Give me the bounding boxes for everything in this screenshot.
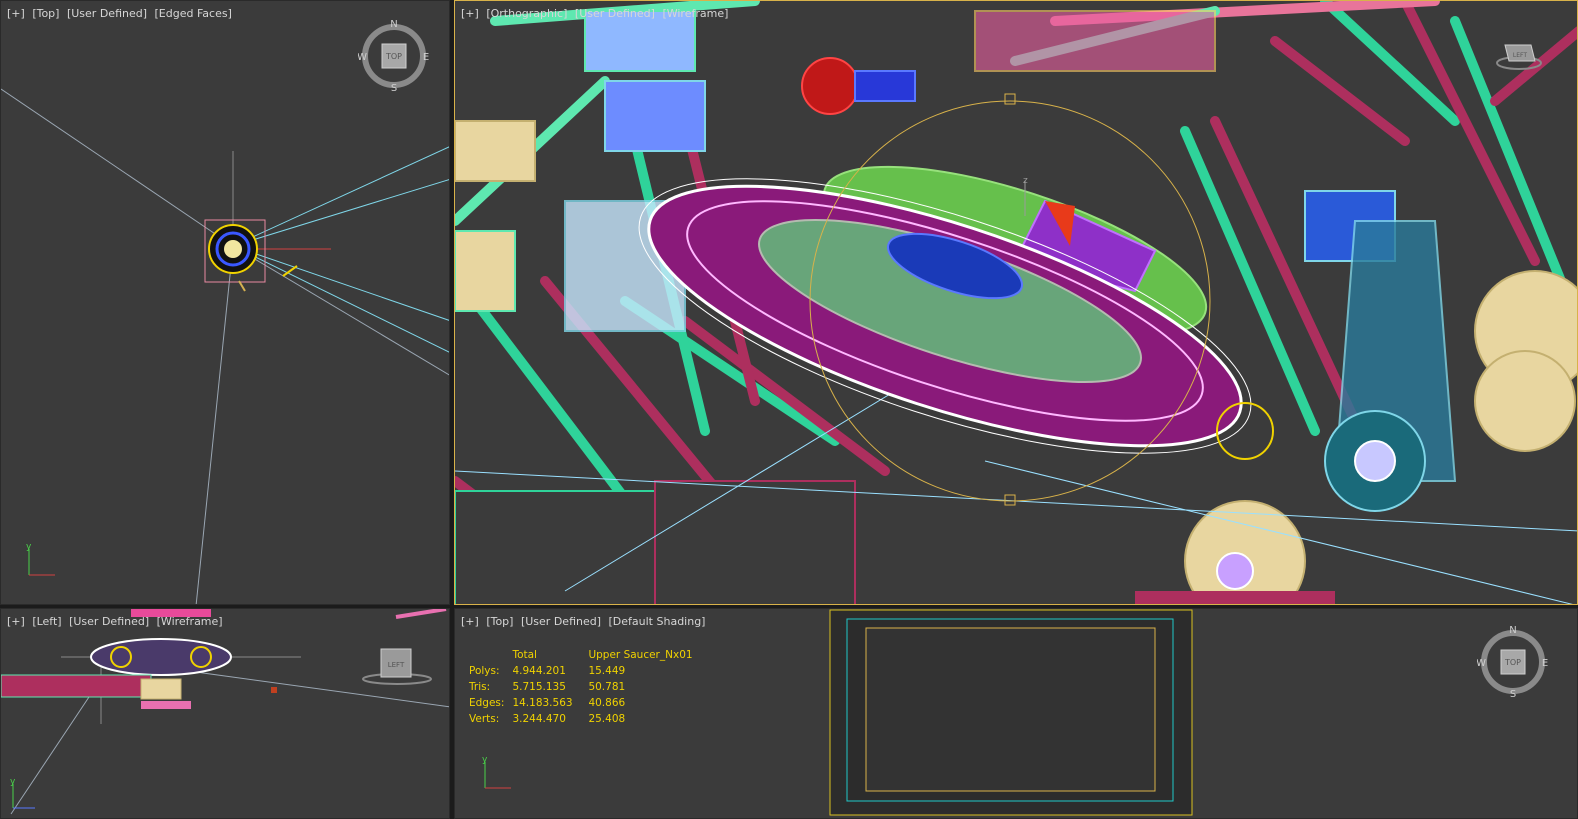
svg-text:LEFT: LEFT xyxy=(388,661,405,669)
svg-text:E: E xyxy=(423,52,429,63)
stats-row: Polys: 4.944.201 15.449 xyxy=(469,665,626,677)
viewport-mode-menu[interactable]: [User Defined] xyxy=(521,615,601,628)
svg-text:N: N xyxy=(1509,625,1516,636)
viewport-view-menu[interactable]: [Top] xyxy=(32,7,59,20)
svg-text:N: N xyxy=(390,19,397,30)
viewport-plus-menu[interactable]: [+] xyxy=(7,615,25,628)
svg-text:W: W xyxy=(358,52,367,63)
left-view-scene xyxy=(1,609,449,815)
stats-row: Tris: 5.715.135 50.781 xyxy=(469,681,626,693)
viewcube-face-label: TOP xyxy=(385,52,402,61)
viewport-top-left[interactable]: [+] [Top] [User Defined] [Edged Faces] T… xyxy=(0,0,450,605)
axis-tripod-icon: y xyxy=(482,755,511,789)
svg-text:W: W xyxy=(1477,658,1486,669)
viewport-view-menu[interactable]: [Top] xyxy=(486,615,513,628)
axis-tripod-icon: y xyxy=(26,542,55,576)
orthographic-wireframe-scene: z xyxy=(455,1,1577,604)
stats-row: Verts: 3.244.470 25.408 xyxy=(469,713,626,725)
top-view-scene xyxy=(1,88,449,604)
viewcube-face-label: TOP xyxy=(1504,658,1521,667)
scene-statistics: Total Upper Saucer_Nx01 Polys: 4.944.201… xyxy=(469,647,699,727)
svg-text:z: z xyxy=(1023,176,1028,186)
stats-header-blank xyxy=(469,647,512,663)
axis-tripod-icon: y xyxy=(10,777,35,809)
svg-text:y: y xyxy=(10,777,16,787)
svg-text:E: E xyxy=(1542,658,1548,669)
viewport-mode-menu[interactable]: [User Defined] xyxy=(69,615,149,628)
viewport-left[interactable]: [+] [Left] [User Defined] [Wireframe] LE… xyxy=(0,608,450,819)
viewport-label-left[interactable]: [+] [Left] [User Defined] [Wireframe] xyxy=(7,615,227,628)
viewport-shading-menu[interactable]: [Edged Faces] xyxy=(155,7,232,20)
svg-text:y: y xyxy=(26,542,32,552)
svg-text:S: S xyxy=(1510,689,1516,697)
viewport-orthographic[interactable]: z [+] [Orthographic] [User Defined] [Wir… xyxy=(454,0,1578,605)
viewport-top-shaded[interactable]: [+] [Top] [User Defined] [Default Shadin… xyxy=(454,608,1578,819)
viewport-view-menu[interactable]: [Left] xyxy=(32,615,61,628)
viewport-label-top-shaded[interactable]: [+] [Top] [User Defined] [Default Shadin… xyxy=(461,615,709,628)
stats-header-total: Total xyxy=(512,649,537,661)
viewport-shading-menu[interactable]: [Wireframe] xyxy=(157,615,223,628)
svg-text:y: y xyxy=(482,755,488,765)
viewport-plus-menu[interactable]: [+] xyxy=(461,615,479,628)
stats-header-selection: Upper Saucer_Nx01 xyxy=(588,649,693,661)
viewcube-compass[interactable]: TOP N S E W xyxy=(1476,625,1549,700)
viewport-plus-menu[interactable]: [+] xyxy=(7,7,25,20)
viewport-plus-menu[interactable]: [+] xyxy=(461,7,479,20)
svg-text:LEFT: LEFT xyxy=(1513,52,1527,59)
viewcube-left[interactable]: LEFT xyxy=(361,647,432,685)
viewport-mode-menu[interactable]: [User Defined] xyxy=(67,7,147,20)
viewcube-compass[interactable]: TOP N S E W xyxy=(357,19,430,94)
svg-text:S: S xyxy=(391,83,397,91)
stats-row: Edges: 14.183.563 40.866 xyxy=(469,697,626,709)
viewport-shading-menu[interactable]: [Default Shading] xyxy=(609,615,706,628)
viewport-label-orthographic[interactable]: [+] [Orthographic] [User Defined] [Wiref… xyxy=(461,7,732,20)
viewport-mode-menu[interactable]: [User Defined] xyxy=(575,7,655,20)
viewport-shading-menu[interactable]: [Wireframe] xyxy=(662,7,728,20)
viewport-label-top-left[interactable]: [+] [Top] [User Defined] [Edged Faces] xyxy=(7,7,236,20)
viewport-view-menu[interactable]: [Orthographic] xyxy=(486,7,567,20)
viewcube-orthographic[interactable]: LEFT xyxy=(1495,41,1543,71)
